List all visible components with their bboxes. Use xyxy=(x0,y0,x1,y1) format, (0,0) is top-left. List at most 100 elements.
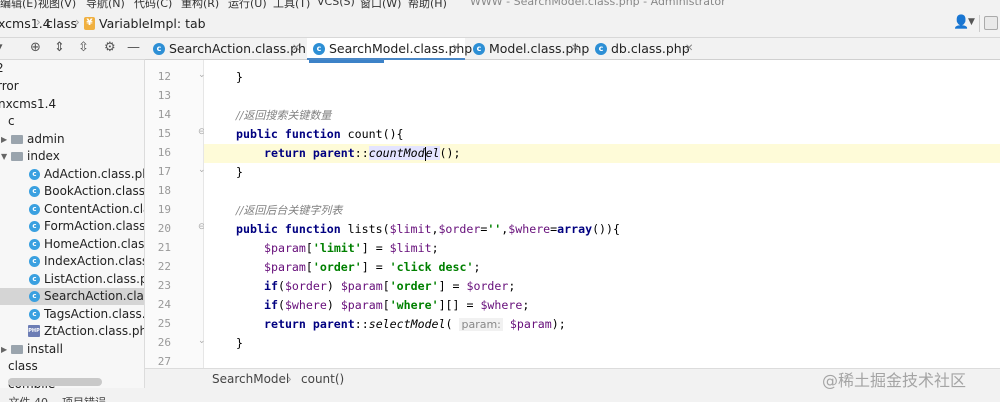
tree-item-file[interactable]: c BookAction.class.php xyxy=(0,183,145,200)
menu-run[interactable]: 运行(U) xyxy=(228,0,267,10)
tree-item[interactable]: 2 xyxy=(0,60,144,77)
breadcrumb-symbol[interactable]: VariableImpl: tab xyxy=(99,16,206,31)
tree-item-install[interactable]: ▶ install xyxy=(0,341,144,358)
expand-all-icon[interactable]: ⇕ xyxy=(54,40,65,55)
close-icon[interactable]: ✕ xyxy=(292,38,300,60)
chevron-down-icon[interactable]: ▼ xyxy=(968,17,975,27)
breadcrumb-folder[interactable]: class xyxy=(46,16,77,31)
code-editor[interactable]: } //返回搜索关键数量 public function count(){ re… xyxy=(204,60,1000,368)
php-class-icon: c xyxy=(473,43,485,55)
breadcrumb-project[interactable]: xcms1.4 xyxy=(0,16,51,31)
line-number: 17 xyxy=(157,165,171,178)
menu-refactor[interactable]: 重构(R) xyxy=(181,0,219,10)
close-icon[interactable]: ✕ xyxy=(571,38,579,60)
folder-icon xyxy=(11,345,23,354)
code-line-21: $param['limit'] = $limit; xyxy=(264,241,439,255)
php-class-icon: c xyxy=(29,221,40,232)
php-class-icon: c xyxy=(153,43,165,55)
tab-model[interactable]: c Model.class.php ✕ xyxy=(467,38,589,60)
tree-item-label: BookAction.class.php xyxy=(44,184,145,198)
close-icon[interactable]: ✕ xyxy=(452,38,460,60)
tree-item-label: admin xyxy=(27,132,65,146)
breadcrumb-separator-icon: › xyxy=(75,15,80,29)
php-class-icon: c xyxy=(29,204,40,215)
tree-item-label: rror xyxy=(0,79,19,93)
chevron-down-icon[interactable]: ▾ xyxy=(0,40,3,55)
line-number: 27 xyxy=(157,355,171,368)
tab-label: db.class.php xyxy=(611,41,690,56)
menu-code[interactable]: 代码(C) xyxy=(134,0,172,10)
tree-item-file[interactable]: c ContentAction.class xyxy=(0,201,144,218)
tree-item-label: TagsAction.class.php xyxy=(44,307,145,321)
folder-icon xyxy=(11,135,23,144)
tree-item[interactable]: nxcms1.4 xyxy=(0,96,144,113)
line-number: 22 xyxy=(157,260,171,273)
tree-item-file[interactable]: c IndexAction.class.ph xyxy=(0,253,144,270)
php-class-icon: c xyxy=(29,256,40,267)
chevron-right-icon[interactable]: ▶ xyxy=(1,131,7,148)
user-icon[interactable]: 👤 xyxy=(953,15,969,30)
tree-item-label: 2 xyxy=(0,60,4,77)
menu-tools[interactable]: 工具(T) xyxy=(273,0,310,10)
tree-item-file[interactable]: c AdAction.class.php xyxy=(0,166,144,183)
bottom-tool-project-errors[interactable]: 项目错误 xyxy=(62,394,106,402)
bottom-tool-file-count[interactable]: ...文件 40 xyxy=(0,394,48,402)
horizontal-scrollbar[interactable] xyxy=(8,378,102,386)
gear-icon[interactable]: ⚙ xyxy=(104,40,116,55)
tab-db[interactable]: c db.class.php ✕ xyxy=(589,38,699,60)
layout-button[interactable] xyxy=(984,16,998,30)
line-number: 21 xyxy=(157,241,171,254)
menu-help[interactable]: 帮助(H) xyxy=(408,0,447,10)
project-toolbar: ▾ ⊕ ⇕ ⇳ ⚙ — xyxy=(0,38,145,60)
chevron-down-icon[interactable]: ▼ xyxy=(1,148,7,165)
tab-searchmodel[interactable]: c SearchModel.class.php ✕ xyxy=(307,38,472,61)
breadcrumb-class[interactable]: SearchModel xyxy=(212,372,289,386)
tree-item-file[interactable]: PHP ZtAction.class.php xyxy=(0,323,144,340)
close-icon[interactable]: ✕ xyxy=(685,38,693,60)
tree-item-file[interactable]: c TagsAction.class.php xyxy=(0,306,145,323)
php-class-icon: c xyxy=(29,239,40,250)
breadcrumb-separator-icon: › xyxy=(36,15,41,29)
hide-icon[interactable]: — xyxy=(127,40,140,55)
locate-icon[interactable]: ⊕ xyxy=(30,40,41,55)
tree-item-label: ListAction.class.php xyxy=(44,272,144,286)
tree-item-label: nxcms1.4 xyxy=(0,97,57,111)
folder-icon xyxy=(11,152,23,161)
code-line-19: //返回后台关键字列表 xyxy=(236,204,343,217)
code-line-14: //返回搜索关键数量 xyxy=(236,109,332,122)
menu-edit[interactable]: 编辑(E) xyxy=(0,0,38,10)
code-line-12: } xyxy=(236,70,243,84)
line-number: 15 xyxy=(157,127,171,140)
menu-window[interactable]: 窗口(W) xyxy=(360,0,401,10)
php-class-icon: c xyxy=(29,274,40,285)
collapse-all-icon[interactable]: ⇳ xyxy=(78,40,89,55)
tree-item[interactable]: c xyxy=(0,113,144,130)
tab-label: SearchModel.class.php xyxy=(329,41,473,56)
line-number: 14 xyxy=(157,108,171,121)
menu-vcs[interactable]: VCS(S) xyxy=(317,0,355,8)
tree-item-label: class xyxy=(8,359,38,373)
tree-item-label: HomeAction.class.p xyxy=(44,237,145,251)
tree-item-label: install xyxy=(27,342,63,356)
tree-item-file[interactable]: c FormAction.class.php xyxy=(0,218,144,235)
editor-tab-bar: c SearchAction.class.php ✕ c SearchModel… xyxy=(145,38,1000,61)
code-line-22: $param['order'] = 'click desc'; xyxy=(264,260,481,274)
menu-navigate[interactable]: 导航(N) xyxy=(86,0,125,10)
tree-item-file[interactable]: c ListAction.class.php xyxy=(0,271,144,288)
tree-item-class[interactable]: class xyxy=(0,358,144,375)
chevron-right-icon[interactable]: ▶ xyxy=(1,341,7,358)
active-tab-indicator xyxy=(309,60,384,63)
tree-item-label: AdAction.class.php xyxy=(44,167,144,181)
tab-searchaction[interactable]: c SearchAction.class.php ✕ xyxy=(147,38,314,60)
menu-bar: 编辑(E) 视图(V) 导航(N) 代码(C) 重构(R) 运行(U) 工具(T… xyxy=(0,0,1000,10)
tree-item-file-selected[interactable]: c SearchAction.class.p xyxy=(0,288,144,305)
menu-view[interactable]: 视图(V) xyxy=(38,0,76,10)
tree-item[interactable]: rror xyxy=(0,78,144,95)
toolbar-divider xyxy=(979,15,980,32)
tree-item-file[interactable]: c HomeAction.class.p xyxy=(0,236,145,253)
breadcrumb-method[interactable]: count() xyxy=(301,372,344,386)
code-line-17: } xyxy=(236,165,243,179)
tree-item-admin[interactable]: ▶ admin xyxy=(0,131,144,148)
php-file-icon: PHP xyxy=(28,325,40,337)
tree-item-index[interactable]: ▼ index xyxy=(0,148,144,165)
